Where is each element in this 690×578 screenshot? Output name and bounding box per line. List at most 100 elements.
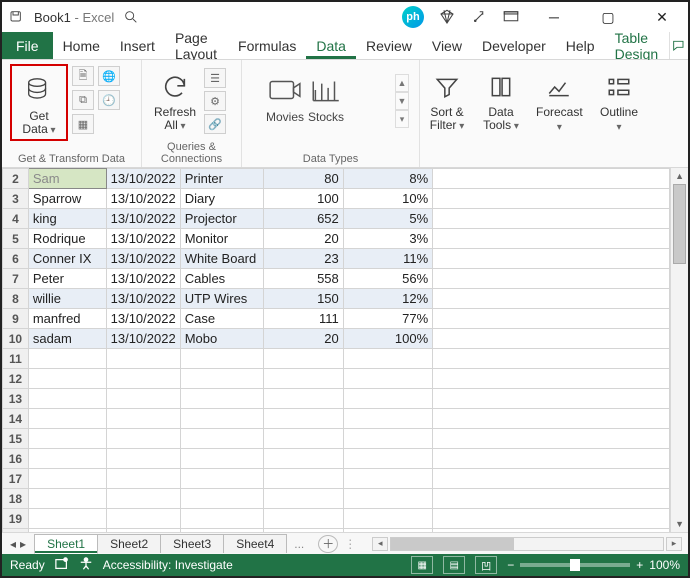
cell[interactable] <box>433 449 670 469</box>
table-row[interactable]: 12 <box>3 369 670 389</box>
sort-filter-button[interactable]: Sort & Filter <box>428 64 466 133</box>
cell[interactable]: Rodrique <box>28 229 106 249</box>
cell[interactable] <box>433 349 670 369</box>
cell[interactable]: Mobo <box>180 329 264 349</box>
cell[interactable] <box>433 209 670 229</box>
cell[interactable]: 558 <box>264 269 343 289</box>
row-header[interactable]: 15 <box>3 429 29 449</box>
horizontal-scrollbar[interactable]: ◂ ▸ <box>372 537 682 551</box>
macro-record-icon[interactable] <box>55 557 69 574</box>
cell[interactable]: 80 <box>264 169 343 189</box>
cell[interactable]: manfred <box>28 309 106 329</box>
zoom-out[interactable]: − <box>507 558 514 572</box>
cell[interactable] <box>180 509 264 529</box>
row-header[interactable]: 2 <box>3 169 29 189</box>
existing-conn-icon[interactable]: ▦ <box>72 114 94 134</box>
cell[interactable] <box>180 529 264 533</box>
view-normal-icon[interactable]: ▦ <box>411 556 433 574</box>
cell[interactable]: 150 <box>264 289 343 309</box>
scroll-thumb[interactable] <box>673 184 686 264</box>
cell[interactable] <box>343 349 432 369</box>
sheet-tab-4[interactable]: Sheet4 <box>223 534 287 553</box>
row-header[interactable]: 12 <box>3 369 29 389</box>
row-header[interactable]: 13 <box>3 389 29 409</box>
table-row[interactable]: 14 <box>3 409 670 429</box>
cell[interactable]: 77% <box>343 309 432 329</box>
cell[interactable]: Peter <box>28 269 106 289</box>
sheet-more[interactable]: ... <box>286 537 312 551</box>
cell[interactable] <box>433 409 670 429</box>
cell[interactable] <box>180 389 264 409</box>
table-row[interactable]: 8willie13/10/2022UTP Wires15012% <box>3 289 670 309</box>
tab-formulas[interactable]: Formulas <box>228 32 306 59</box>
cell[interactable]: 13/10/2022 <box>106 169 180 189</box>
cell[interactable]: Monitor <box>180 229 264 249</box>
table-row[interactable]: 6Conner IX13/10/2022White Board2311% <box>3 249 670 269</box>
refresh-all-button[interactable]: Refresh All <box>150 64 200 133</box>
comments-btn[interactable] <box>669 32 688 59</box>
table-row[interactable]: 9manfred13/10/2022Case11177% <box>3 309 670 329</box>
tab-file[interactable]: File <box>2 32 53 59</box>
cell[interactable] <box>28 349 106 369</box>
cell[interactable] <box>106 529 180 533</box>
cell[interactable]: 23 <box>264 249 343 269</box>
from-text-icon[interactable]: 🗎 <box>72 66 94 86</box>
sheet-tab-3[interactable]: Sheet3 <box>160 534 224 553</box>
cell[interactable]: Sam <box>28 169 106 189</box>
cell[interactable]: 20 <box>264 329 343 349</box>
tab-help[interactable]: Help <box>556 32 605 59</box>
cell[interactable]: 13/10/2022 <box>106 289 180 309</box>
forecast-button[interactable]: Forecast <box>536 64 583 134</box>
tab-home[interactable]: Home <box>53 32 110 59</box>
cell[interactable]: 13/10/2022 <box>106 189 180 209</box>
cell[interactable] <box>28 529 106 533</box>
cell[interactable] <box>343 429 432 449</box>
cell[interactable]: sadam <box>28 329 106 349</box>
cell[interactable] <box>264 449 343 469</box>
cell[interactable]: 10% <box>343 189 432 209</box>
row-header[interactable]: 10 <box>3 329 29 349</box>
cell[interactable]: willie <box>28 289 106 309</box>
cell[interactable]: 20 <box>264 229 343 249</box>
cell[interactable] <box>264 389 343 409</box>
zoom-value[interactable]: 100% <box>649 558 680 572</box>
row-header[interactable]: 18 <box>3 489 29 509</box>
row-header[interactable]: 20 <box>3 529 29 533</box>
cell[interactable] <box>433 169 670 189</box>
cell[interactable] <box>106 409 180 429</box>
search-icon[interactable] <box>122 8 140 26</box>
cell[interactable] <box>106 349 180 369</box>
gallery-down[interactable]: ▼ <box>395 92 409 110</box>
cell[interactable]: 111 <box>264 309 343 329</box>
tab-view[interactable]: View <box>422 32 472 59</box>
cell[interactable] <box>433 469 670 489</box>
table-row[interactable]: 10sadam13/10/2022Mobo20100% <box>3 329 670 349</box>
row-header[interactable]: 16 <box>3 449 29 469</box>
cell[interactable] <box>433 289 670 309</box>
cell[interactable] <box>264 429 343 449</box>
table-row[interactable]: 20 <box>3 529 670 533</box>
cell[interactable] <box>433 229 670 249</box>
cell[interactable] <box>180 349 264 369</box>
row-header[interactable]: 4 <box>3 209 29 229</box>
queries-icon[interactable]: ☰ <box>204 68 226 88</box>
table-row[interactable]: 16 <box>3 449 670 469</box>
cell[interactable] <box>180 489 264 509</box>
cell[interactable]: 11% <box>343 249 432 269</box>
vertical-scrollbar[interactable]: ▲ ▼ <box>670 168 688 532</box>
table-row[interactable]: 17 <box>3 469 670 489</box>
cell[interactable]: Cables <box>180 269 264 289</box>
cell[interactable]: 13/10/2022 <box>106 329 180 349</box>
cell[interactable] <box>106 509 180 529</box>
cell[interactable] <box>433 389 670 409</box>
cell[interactable] <box>28 429 106 449</box>
cell[interactable]: 13/10/2022 <box>106 209 180 229</box>
gallery-more[interactable]: ▾ <box>395 110 409 128</box>
cell[interactable]: king <box>28 209 106 229</box>
cell[interactable]: Printer <box>180 169 264 189</box>
cell[interactable] <box>180 469 264 489</box>
cell[interactable]: 100% <box>343 329 432 349</box>
cell[interactable] <box>343 509 432 529</box>
hscroll-thumb[interactable] <box>391 538 513 550</box>
tab-review[interactable]: Review <box>356 32 422 59</box>
